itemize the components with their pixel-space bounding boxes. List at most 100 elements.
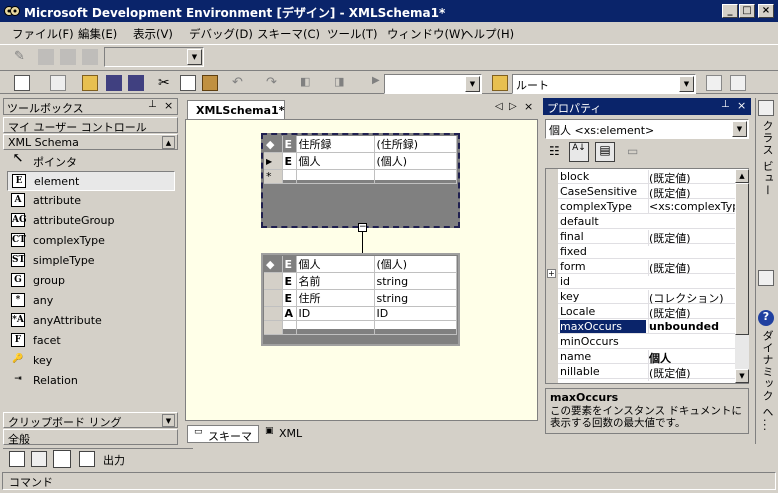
toolbox-tab-clipboard[interactable]: クリップボード リング ▼	[3, 412, 178, 429]
property-row-block[interactable]: block (既定値)	[558, 169, 736, 186]
toolbox-tab-xml[interactable]: XML Schema ▲	[3, 134, 178, 150]
property-row-form[interactable]: form (既定値)	[558, 259, 736, 276]
child-type[interactable]: (個人)	[374, 152, 457, 170]
cut-icon[interactable]: ✂	[158, 75, 174, 91]
tab-next-icon[interactable]: ▷	[509, 101, 517, 112]
new-project-icon[interactable]	[14, 75, 30, 91]
root-combo[interactable]: ルート ▼	[512, 74, 696, 94]
minimize-button[interactable]: _	[722, 4, 738, 18]
new-row-type[interactable]	[282, 169, 297, 184]
properties-close-icon[interactable]: ×	[737, 99, 746, 112]
redo-icon[interactable]: ↷	[266, 75, 282, 91]
element-table-person[interactable]: ◆ E 個人 (個人) E 名前 string E 住所 string A ID…	[261, 253, 460, 346]
add-item-icon[interactable]	[50, 75, 66, 91]
paste-icon[interactable]	[202, 75, 218, 91]
nav-back-icon[interactable]: ◧	[300, 75, 316, 91]
toolbox-strip-icon[interactable]	[758, 270, 774, 286]
property-row-nillable[interactable]: nillable (既定値)	[558, 364, 736, 381]
toolbox-item-any[interactable]: * any	[7, 291, 175, 311]
expand-icon[interactable]: ◆	[264, 136, 283, 153]
attribute-name[interactable]: ID	[296, 306, 375, 321]
property-row-maxoccurs[interactable]: maxOccurs unbounded	[558, 319, 736, 334]
new-row-name[interactable]	[296, 169, 375, 184]
toolbox-item-ポインタ[interactable]: ↖ ポインタ	[7, 151, 175, 171]
relation-icon[interactable]	[82, 49, 98, 65]
new-row-value[interactable]	[374, 169, 457, 184]
menu-debug[interactable]: デバッグ(D)	[189, 26, 253, 42]
disabled-combo[interactable]: ▼	[104, 47, 204, 67]
pin-icon[interactable]: ⊥	[721, 99, 730, 110]
toolbox-item-attribute[interactable]: Aattribute	[7, 191, 175, 211]
menu-edit[interactable]: 編集(E)	[78, 26, 117, 42]
menu-window[interactable]: ウィンドウ(W)	[387, 26, 465, 42]
toolbox-item-key[interactable]: 🔑 key	[7, 351, 175, 371]
scroll-down-icon[interactable]: ▼	[735, 369, 749, 383]
save-all-icon[interactable]	[128, 75, 144, 91]
scroll-thumb[interactable]	[735, 183, 749, 335]
save-icon[interactable]	[106, 75, 122, 91]
property-row-final[interactable]: final (既定値)	[558, 229, 736, 246]
element-type[interactable]: (個人)	[374, 256, 457, 273]
alphabetical-icon[interactable]: A↓	[569, 142, 589, 162]
object-combo[interactable]: 個人 <xs:element> ▼	[545, 119, 749, 139]
property-row-complextype[interactable]: complexType <xs:complexType	[558, 199, 736, 214]
categorized-icon[interactable]: ☷	[549, 144, 565, 160]
property-row-default[interactable]: default	[558, 214, 736, 229]
copy-icon[interactable]	[180, 75, 196, 91]
expand-icon[interactable]: ◆	[264, 256, 283, 273]
element-name[interactable]: 住所録	[296, 136, 375, 153]
empty-cell[interactable]	[296, 320, 375, 335]
task-list-icon[interactable]	[9, 451, 25, 467]
element-table-root[interactable]: ◆ E 住所録 (住所録) ▶ E 個人 (個人) *	[261, 133, 460, 228]
menu-view[interactable]: 表示(V)	[133, 26, 173, 42]
empty-cell[interactable]	[374, 320, 457, 335]
property-row-name[interactable]: name 個人	[558, 349, 736, 366]
tab-xml[interactable]: ▣ XML	[261, 425, 319, 443]
property-pages-icon[interactable]: ▭	[627, 144, 643, 160]
toolbox-item-complextype[interactable]: CT complexType	[7, 231, 175, 251]
find-icon[interactable]	[492, 75, 508, 91]
property-row-fixed[interactable]: fixed	[558, 244, 736, 259]
class-view-icon[interactable]	[758, 100, 774, 116]
close-button[interactable]: ×	[758, 4, 774, 18]
element-name[interactable]: 個人	[296, 256, 375, 273]
toolbox-item-simpletype[interactable]: ST simpleType	[7, 251, 175, 271]
scroll-up-icon[interactable]: ▲	[735, 169, 749, 183]
class-view-tab[interactable]: クラス ビュー	[759, 120, 775, 220]
child-type[interactable]: string	[374, 272, 457, 290]
pin-icon[interactable]: ⊥	[148, 99, 157, 110]
scroll-down-icon[interactable]: ▼	[162, 414, 175, 427]
tab-prev-icon[interactable]: ◁	[495, 101, 503, 112]
toolbox-item-facet[interactable]: Ffacet	[7, 331, 175, 351]
toolbox-item-group[interactable]: Ggroup	[7, 271, 175, 291]
config-combo[interactable]: ▼	[384, 74, 482, 94]
tab-close-icon[interactable]: ×	[524, 100, 533, 113]
dynamic-help-tab[interactable]: ダイナミック ヘ...	[759, 330, 775, 440]
properties-icon[interactable]	[730, 75, 746, 91]
property-row-minoccurs[interactable]: minOccurs	[558, 334, 736, 349]
tab-schema[interactable]: ▭ スキーマ	[187, 425, 259, 443]
property-value[interactable]: unbounded	[648, 320, 736, 333]
schema-canvas[interactable]: ◆ E 住所録 (住所録) ▶ E 個人 (個人) * − ◆ E 個人 (個人…	[185, 119, 538, 421]
maximize-button[interactable]: □	[739, 4, 755, 18]
table-icon[interactable]	[60, 49, 76, 65]
toolbox-item-anyattribute[interactable]: *A anyAttribute	[7, 311, 175, 331]
editor-tab[interactable]: XMLSchema1*	[187, 100, 285, 119]
child-name[interactable]: 名前	[296, 272, 375, 290]
toolbox-item-attributegroup[interactable]: AG attributeGroup	[7, 211, 175, 231]
menu-schema[interactable]: スキーマ(C)	[257, 26, 320, 42]
menu-file[interactable]: ファイル(F)	[12, 26, 74, 42]
element-type[interactable]: (住所録)	[374, 136, 457, 153]
toolbox-item-relation[interactable]: ⇥ Relation	[7, 371, 175, 391]
toolbox-item-element[interactable]: Eelement	[7, 171, 175, 191]
solution-explorer-icon[interactable]	[706, 75, 722, 91]
toolbox-close-icon[interactable]: ×	[164, 99, 173, 112]
menu-tools[interactable]: ツール(T)	[327, 26, 378, 42]
property-row-locale[interactable]: Locale (既定値)	[558, 304, 736, 321]
properties-view-icon[interactable]: ▤	[595, 142, 615, 162]
collapse-icon[interactable]: −	[358, 223, 367, 232]
grid-icon[interactable]	[38, 49, 54, 65]
undo-icon[interactable]: ↶	[232, 75, 248, 91]
toolbox-tab-user[interactable]: マイ ユーザー コントロール	[3, 117, 178, 134]
property-value[interactable]: (既定値)	[648, 365, 736, 381]
